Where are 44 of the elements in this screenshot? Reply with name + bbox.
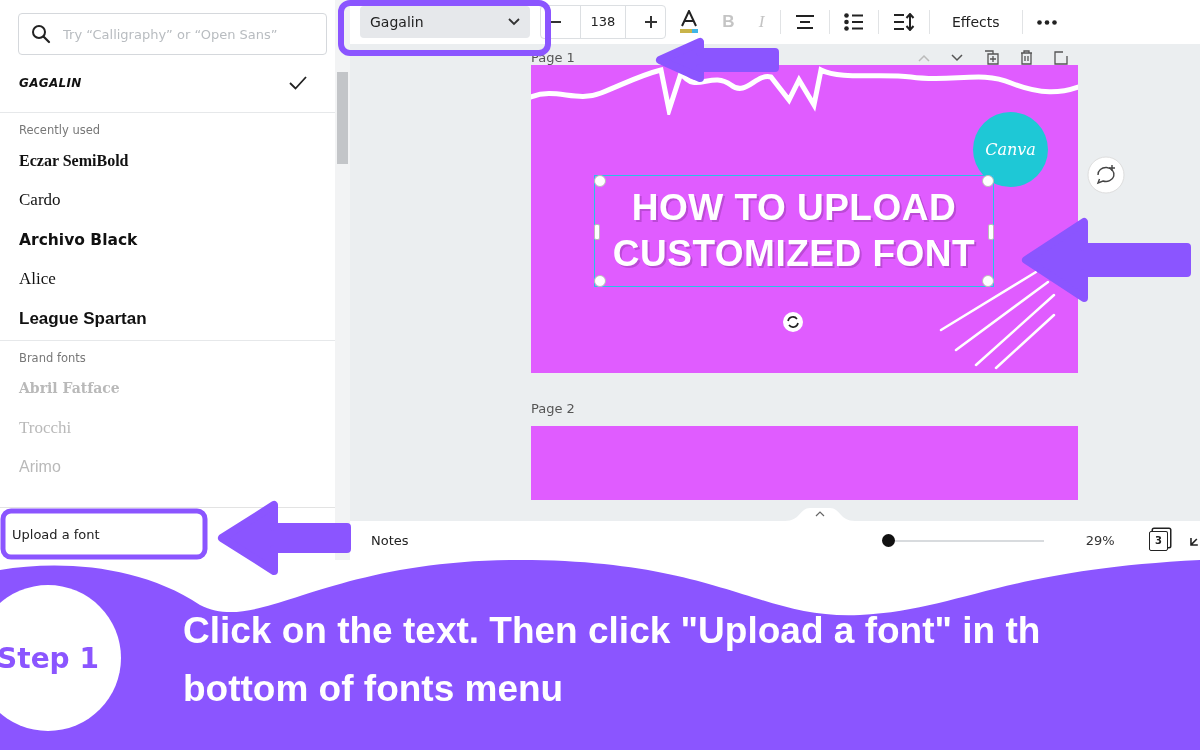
add-comment-icon[interactable] (1087, 156, 1125, 194)
resize-handle[interactable] (594, 175, 606, 187)
align-center-icon[interactable] (795, 14, 815, 30)
zoom-percentage: 29% (1085, 533, 1115, 548)
resize-handle[interactable] (982, 175, 994, 187)
instruction-text: bottom of fonts menu (183, 667, 565, 711)
logo-badge: Canva (973, 112, 1048, 187)
zoom-slider-thumb[interactable] (881, 534, 895, 547)
font-list-item[interactable]: League Spartan (0, 299, 335, 339)
group-heading: Brand fonts (18, 349, 87, 367)
page-count-button[interactable]: 3 (1148, 530, 1169, 551)
text-color-icon[interactable] (678, 10, 700, 34)
resize-handle[interactable] (988, 224, 994, 240)
checkmark-icon (289, 76, 307, 90)
line-spacing-icon[interactable] (893, 13, 915, 31)
resize-handle[interactable] (594, 224, 600, 240)
design-title-line: CUSTOMIZED FONT (612, 232, 976, 276)
instruction-text: Click on the text. Then click "Upload a font" in th (183, 609, 1041, 653)
font-list-item[interactable]: Cardo (0, 180, 335, 220)
resize-handle[interactable] (982, 275, 994, 287)
duplicate-page-icon[interactable] (984, 50, 999, 65)
page-label: Page 2 (531, 401, 575, 416)
more-options-icon[interactable] (1036, 19, 1057, 25)
trash-icon[interactable] (1020, 50, 1033, 65)
minus-icon[interactable] (549, 21, 561, 23)
font-dropdown[interactable]: Gagalin (360, 6, 530, 38)
search-field[interactable]: Try “Calligraphy” or “Open Sans” (18, 13, 327, 55)
font-size-value[interactable]: 138 (579, 6, 627, 38)
rotate-icon[interactable] (783, 312, 803, 332)
chevron-down-icon[interactable] (951, 53, 963, 62)
bullet-list-icon[interactable] (844, 13, 864, 31)
font-list-item[interactable]: Eczar SemiBold (0, 141, 335, 181)
scrollbar[interactable] (335, 0, 350, 560)
resize-handle[interactable] (594, 275, 606, 287)
group-heading: Recently used (18, 122, 102, 139)
font-list-item[interactable]: Archivo Black (0, 220, 335, 260)
design-title-line: HOW TO UPLOAD (631, 186, 957, 230)
expand-icon[interactable] (1190, 535, 1200, 546)
plus-icon[interactable] (645, 16, 657, 28)
font-list-item[interactable]: Alice (0, 259, 335, 299)
notes-button[interactable]: Notes (371, 533, 409, 548)
chevron-down-icon (508, 18, 520, 26)
font-size-control[interactable]: 138 (540, 5, 666, 39)
font-list-item[interactable]: GAGALIN (0, 55, 335, 111)
